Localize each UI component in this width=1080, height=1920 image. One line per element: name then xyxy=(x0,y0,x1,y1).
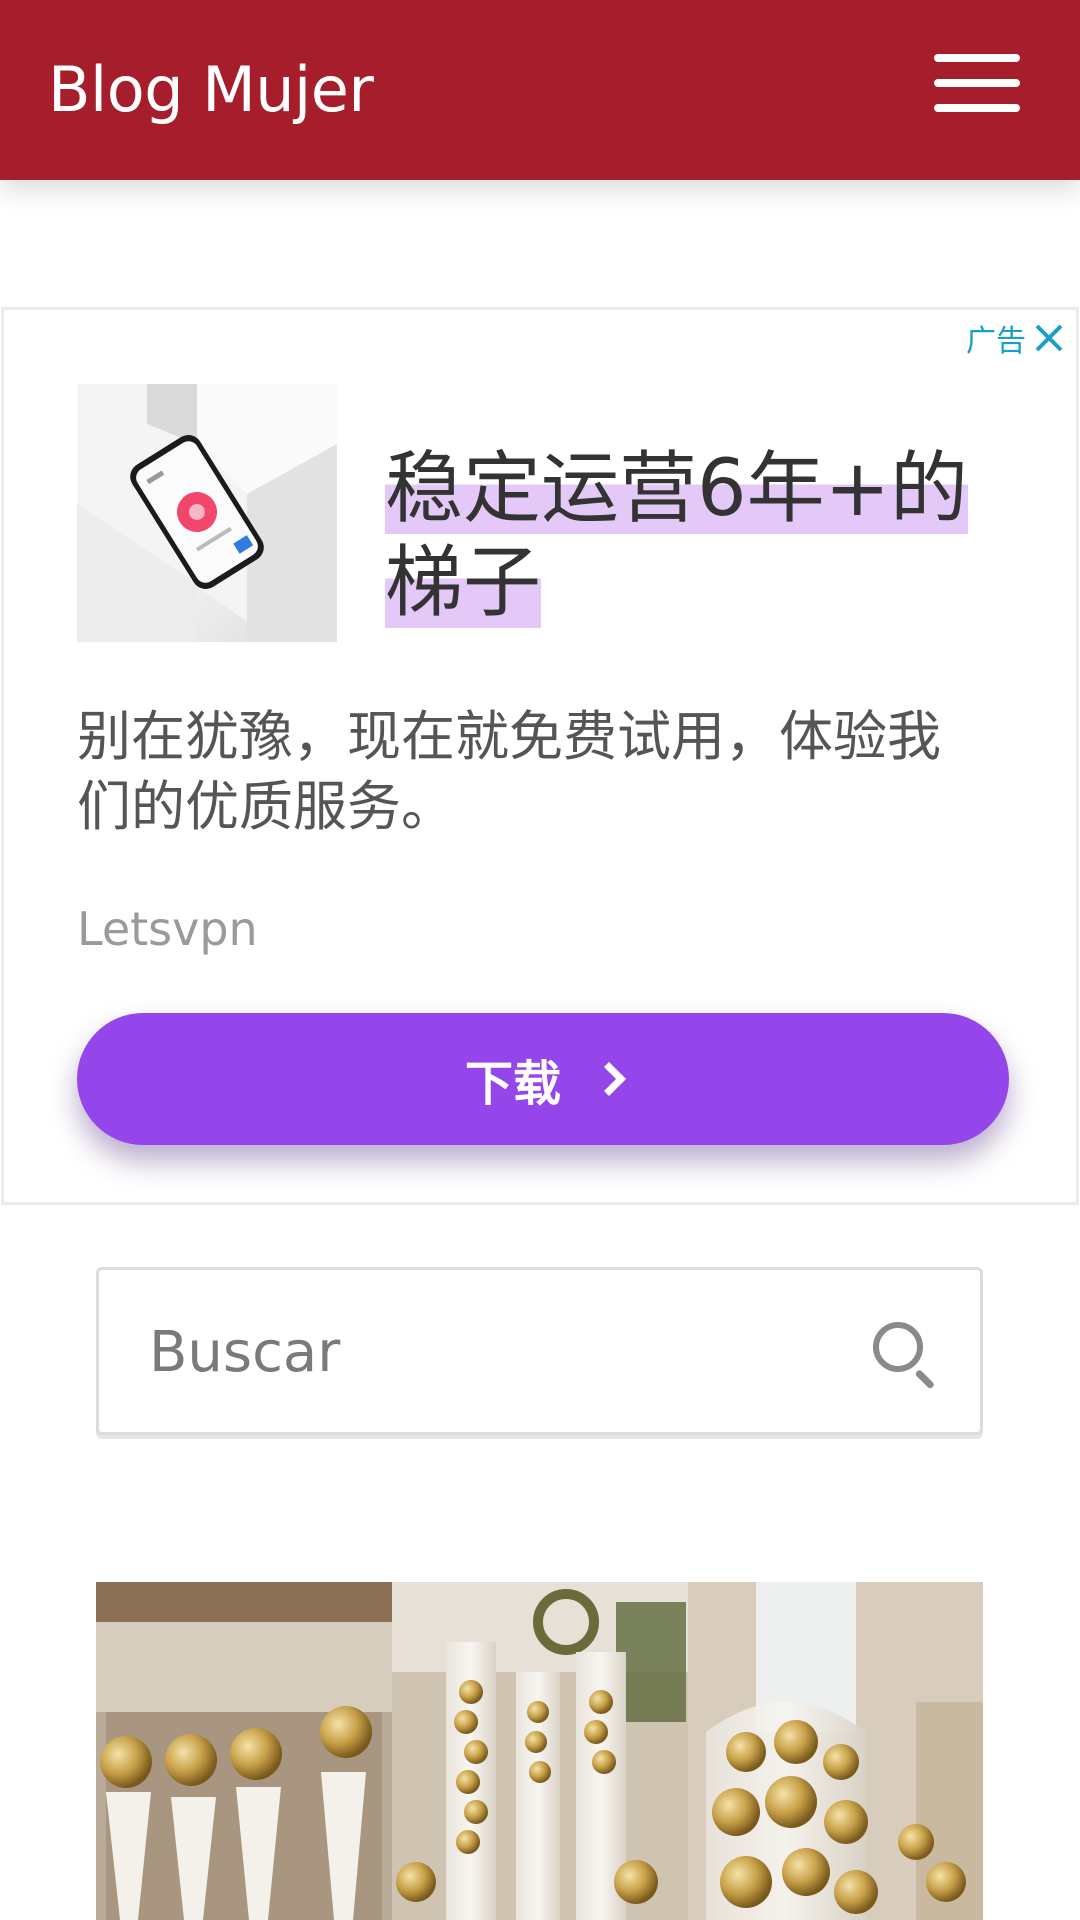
download-button[interactable]: 下载 xyxy=(77,1013,1009,1145)
ad-description: 别在犹豫，现在就免费试用，体验我们的优质服务。 xyxy=(77,705,941,838)
ad-brand[interactable]: Letsvpn xyxy=(77,902,258,956)
menu-bar xyxy=(934,54,1020,62)
search-icon-handle xyxy=(914,1369,936,1390)
close-icon[interactable] xyxy=(1032,321,1066,355)
ad-label: 广告 xyxy=(966,324,1026,359)
ad-product-image[interactable] xyxy=(77,384,337,642)
phone-on-blocks-illustration xyxy=(77,384,337,642)
search-icon[interactable] xyxy=(869,1318,939,1390)
post-featured-image[interactable] xyxy=(96,1582,983,1920)
search-input[interactable] xyxy=(149,1310,849,1394)
menu-bar xyxy=(934,79,1020,87)
site-title[interactable]: Blog Mujer xyxy=(48,52,374,128)
site-header: Blog Mujer xyxy=(0,0,1080,180)
christmas-gold-decor-image xyxy=(96,1582,983,1920)
search-icon-lens xyxy=(873,1322,923,1372)
search-box xyxy=(96,1267,983,1435)
ad-banner[interactable]: 广告 稳定运营6年+的梯子 别在犹豫，现在就免费试用，体验我们的优质服务。 Le… xyxy=(1,307,1079,1205)
hamburger-menu-icon[interactable] xyxy=(934,50,1020,116)
chevron-right-icon xyxy=(592,1062,626,1096)
ad-headline-text: 稳定运营6年+的梯子 xyxy=(385,444,968,628)
menu-bar xyxy=(934,104,1020,112)
ad-headline[interactable]: 稳定运营6年+的梯子 xyxy=(385,442,1025,630)
download-button-label: 下载 xyxy=(464,1056,561,1112)
ad-badge[interactable]: 广告 xyxy=(966,316,1066,360)
